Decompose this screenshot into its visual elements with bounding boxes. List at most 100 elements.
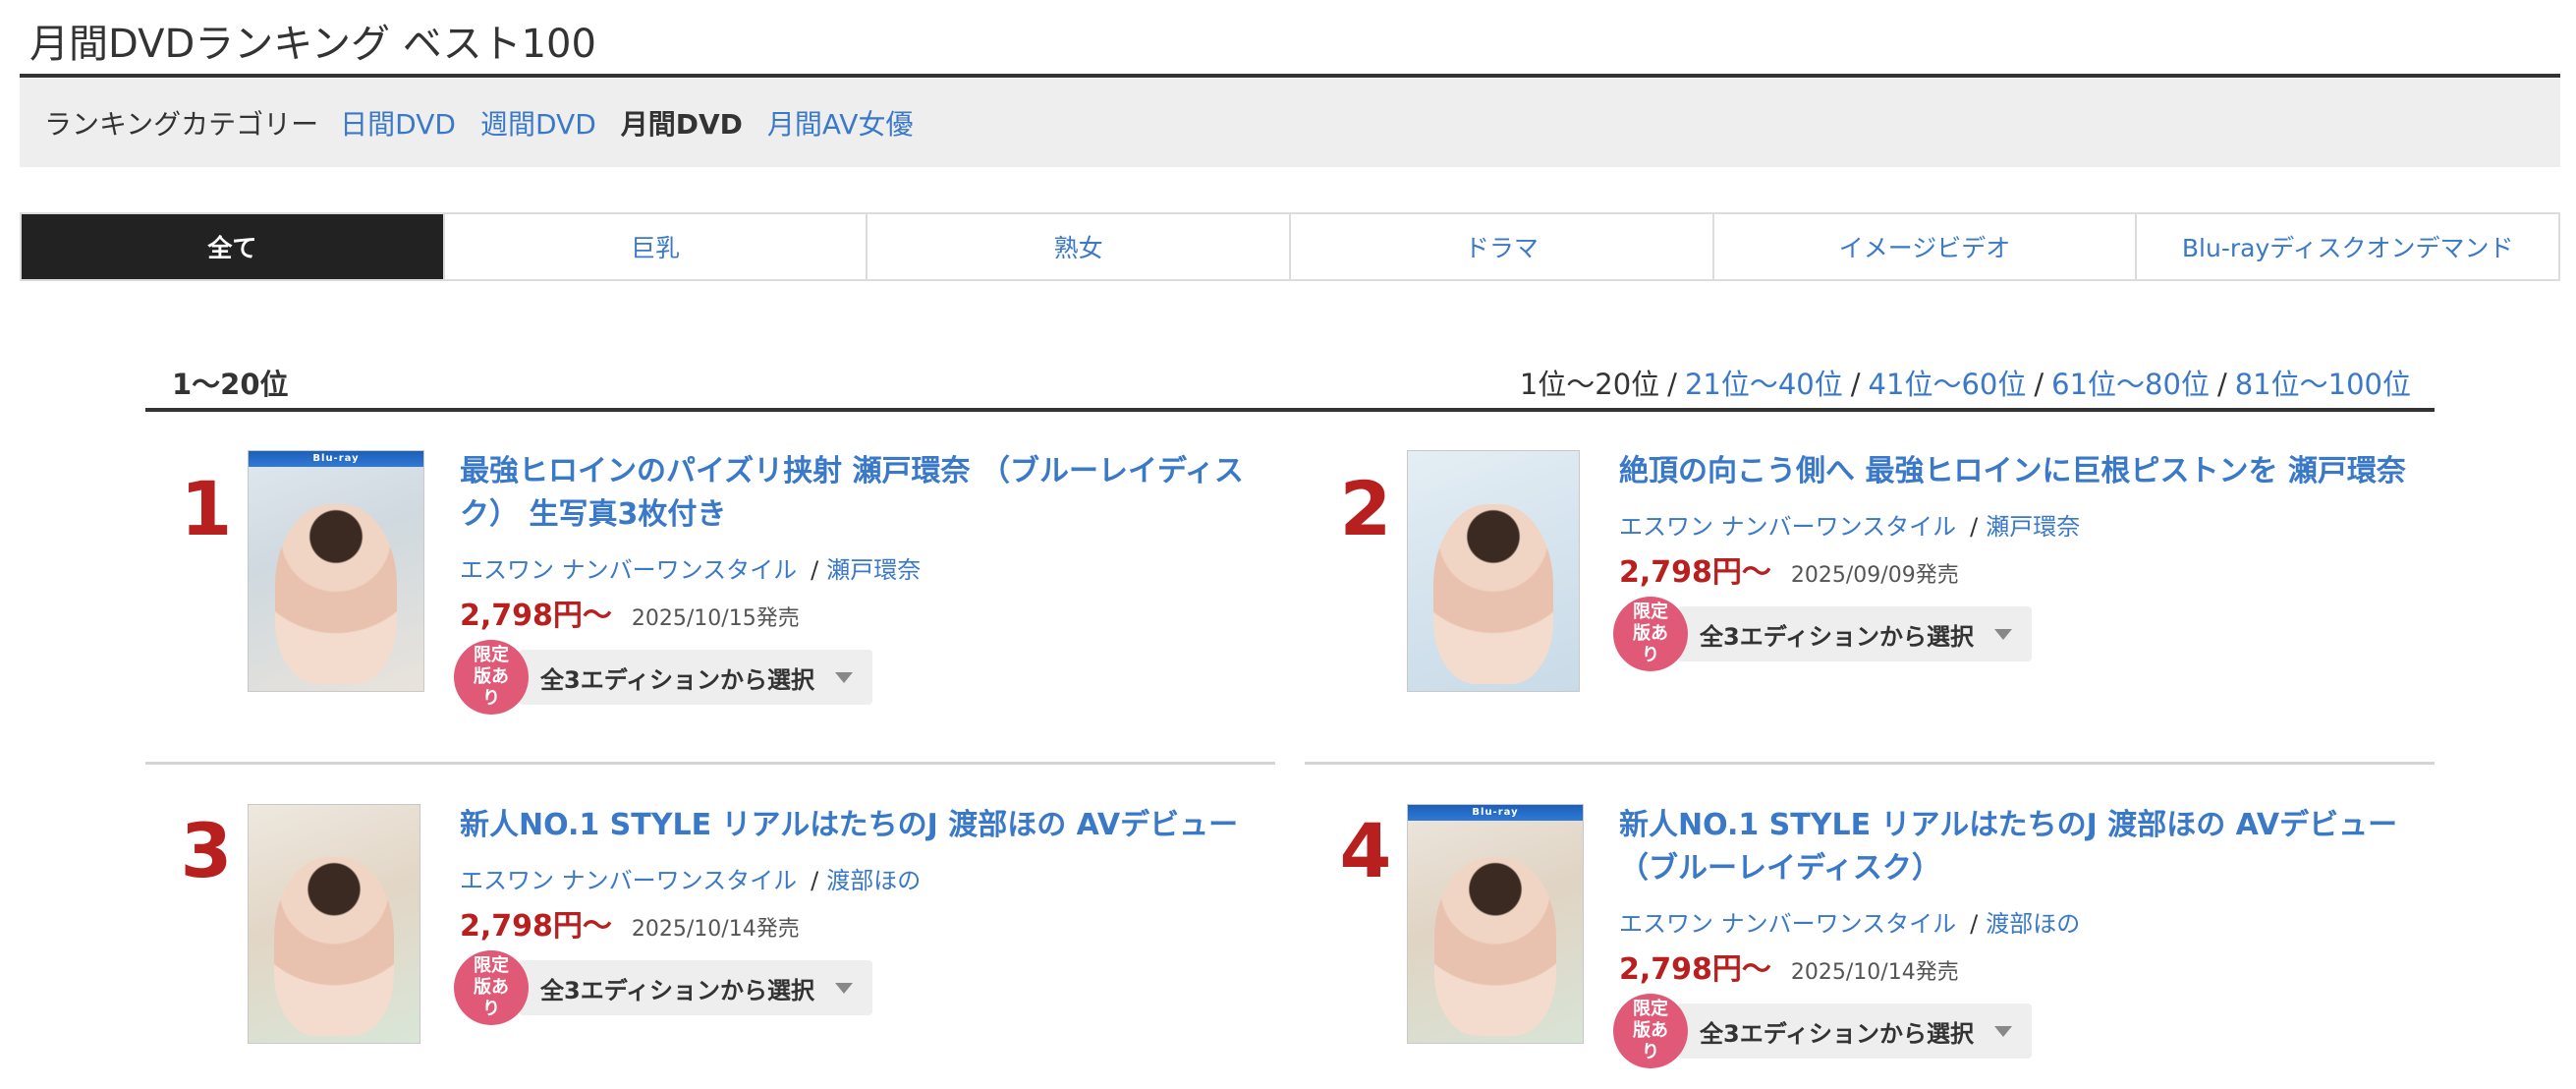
cover-decoration	[1563, 825, 1577, 884]
category-link-monthly-actress[interactable]: 月間AV女優	[767, 103, 914, 143]
edition-select-label: 全3エディションから選択	[1700, 1019, 1975, 1048]
edition-select-label: 全3エディションから選択	[540, 976, 815, 1004]
category-link-weekly-dvd[interactable]: 週間DVD	[480, 103, 596, 143]
category-label: ランキングカテゴリー	[44, 108, 319, 141]
limited-edition-badge: 限定版あり	[1613, 994, 1688, 1068]
rank-page-separator: /	[1667, 368, 1677, 401]
row-divider	[145, 762, 1275, 765]
chevron-down-icon	[835, 982, 853, 994]
actress-link[interactable]: 渡部ほの	[1986, 910, 2080, 938]
genre-tab-mature[interactable]: 熟女	[866, 214, 1289, 279]
limited-edition-badge: 限定版あり	[454, 950, 529, 1025]
genre-tab-drama[interactable]: ドラマ	[1289, 214, 1712, 279]
ranking-category-bar: ランキングカテゴリー 日間DVD 週間DVD 月間DVD 月間AV女優	[20, 79, 2560, 167]
limited-edition-badge: 限定版あり	[1613, 597, 1688, 671]
rank-number: 1	[180, 465, 233, 552]
cover-decoration	[400, 825, 414, 884]
ranking-item: 1 Blu-ray 最強ヒロインのパイズリ挟射 瀬戸環奈 （ブルーレイディスク）…	[157, 450, 1287, 745]
edition-row: 限定版あり 全3エディションから選択	[454, 640, 1265, 715]
chevron-down-icon	[1994, 1025, 2012, 1037]
edition-row: 限定版あり 全3エディションから選択	[454, 950, 1265, 1025]
item-title-link[interactable]: 絶頂の向こう側へ 最強ヒロインに巨根ピストンを 瀬戸環奈	[1619, 450, 2425, 493]
actress-link[interactable]: 瀬戸環奈	[1986, 513, 2080, 541]
cover-figure	[1433, 857, 1557, 1036]
edition-select[interactable]: 全3エディションから選択	[1678, 606, 2032, 661]
cover-decoration	[404, 471, 418, 530]
product-thumbnail[interactable]	[248, 804, 420, 1044]
price: 2,798円〜	[460, 909, 612, 944]
rank-page-link-21-40[interactable]: 21位〜40位	[1685, 368, 1843, 401]
edition-select[interactable]: 全3エディションから選択	[519, 960, 872, 1015]
genre-tab-image-video[interactable]: イメージビデオ	[1711, 214, 2136, 279]
edition-select[interactable]: 全3エディションから選択	[1678, 1003, 2032, 1059]
row-divider	[1305, 762, 2435, 765]
maker-link[interactable]: エスワン ナンバーワンスタイル	[460, 867, 797, 894]
edition-row: 限定版あり 全3エディションから選択	[1613, 597, 2425, 671]
price-line: 2,798円〜 2025/10/15発売	[460, 591, 1265, 634]
price: 2,798円〜	[1619, 555, 1771, 590]
item-meta: エスワン ナンバーワンスタイル / 渡部ほの	[1619, 904, 2425, 939]
maker-link[interactable]: エスワン ナンバーワンスタイル	[1619, 910, 1956, 938]
product-thumbnail[interactable]: Blu-ray	[248, 450, 424, 692]
meta-separator: /	[1970, 910, 1979, 938]
item-info: 新人NO.1 STYLE リアルはたちのJ 渡部ほの AVデビュー （ブルーレイ…	[1613, 804, 2425, 1068]
cover-decoration	[1559, 471, 1573, 530]
edition-select-label: 全3エディションから選択	[540, 665, 815, 694]
ranking-item: 4 Blu-ray 新人NO.1 STYLE リアルはたちのJ 渡部ほの AVデ…	[1316, 804, 2446, 1089]
cover-figure	[1433, 503, 1553, 684]
release-date: 2025/10/14発売	[1790, 960, 1959, 985]
item-info: 最強ヒロインのパイズリ挟射 瀬戸環奈 （ブルーレイディスク） 生写真3枚付き エ…	[454, 450, 1265, 715]
cover-figure	[274, 503, 398, 684]
price: 2,798円〜	[1619, 952, 1771, 987]
chevron-down-icon	[835, 671, 853, 683]
price-line: 2,798円〜 2025/10/14発売	[1619, 945, 2425, 988]
category-current-monthly-dvd: 月間DVD	[620, 108, 743, 141]
rank-page-link-61-80[interactable]: 61位〜80位	[2051, 368, 2210, 401]
bluray-band: Blu-ray	[249, 451, 423, 467]
product-thumbnail[interactable]	[1407, 450, 1580, 692]
chevron-down-icon	[1994, 628, 2012, 640]
genre-tab-big-breasts[interactable]: 巨乳	[442, 214, 867, 279]
actress-link[interactable]: 瀬戸環奈	[826, 556, 921, 584]
release-date: 2025/09/09発売	[1790, 563, 1959, 588]
limited-edition-badge: 限定版あり	[454, 640, 529, 715]
ranking-page: 月間DVDランキング ベスト100 ランキングカテゴリー 日間DVD 週間DVD…	[0, 0, 2576, 1089]
title-rule	[20, 74, 2560, 78]
price: 2,798円〜	[460, 599, 612, 633]
ranking-item: 2 絶頂の向こう側へ 最強ヒロインに巨根ピストンを 瀬戸環奈 エスワン ナンバー…	[1316, 450, 2446, 745]
item-info: 新人NO.1 STYLE リアルはたちのJ 渡部ほの AVデビュー エスワン ナ…	[454, 804, 1265, 1025]
rank-page-link-81-100[interactable]: 81位〜100位	[2235, 368, 2411, 401]
item-title-link[interactable]: 新人NO.1 STYLE リアルはたちのJ 渡部ほの AVデビュー	[460, 804, 1265, 847]
maker-link[interactable]: エスワン ナンバーワンスタイル	[460, 556, 797, 584]
item-meta: エスワン ナンバーワンスタイル / 渡部ほの	[460, 861, 1265, 895]
edition-select[interactable]: 全3エディションから選択	[519, 650, 872, 705]
release-date: 2025/10/14発売	[631, 917, 800, 942]
rank-page-separator: /	[2034, 368, 2044, 401]
range-current-label: 1〜20位	[172, 368, 289, 401]
item-info: 絶頂の向こう側へ 最強ヒロインに巨根ピストンを 瀬戸環奈 エスワン ナンバーワン…	[1613, 450, 2425, 671]
rank-page-link-41-60[interactable]: 41位〜60位	[1869, 368, 2027, 401]
range-header: 1〜20位 1位〜20位/21位〜40位/41位〜60位/61位〜80位/81位…	[145, 358, 2435, 407]
rank-page-separator: /	[1850, 368, 1861, 401]
range-rule	[145, 408, 2435, 412]
genre-tab-bluray-on-demand[interactable]: Blu-rayディスクオンデマンド	[2135, 214, 2558, 279]
item-title-link[interactable]: 最強ヒロインのパイズリ挟射 瀬戸環奈 （ブルーレイディスク） 生写真3枚付き	[460, 450, 1265, 537]
rank-page-separator: /	[2216, 368, 2227, 401]
category-link-daily-dvd[interactable]: 日間DVD	[340, 103, 456, 143]
rank-number: 2	[1339, 465, 1392, 552]
meta-separator: /	[811, 867, 819, 894]
item-title-link[interactable]: 新人NO.1 STYLE リアルはたちのJ 渡部ほの AVデビュー （ブルーレイ…	[1619, 804, 2425, 890]
maker-link[interactable]: エスワン ナンバーワンスタイル	[1619, 513, 1956, 541]
rank-number: 4	[1339, 807, 1392, 894]
cover-figure	[274, 857, 394, 1036]
meta-separator: /	[1970, 513, 1979, 541]
price-line: 2,798円〜 2025/10/14発売	[460, 901, 1265, 945]
actress-link[interactable]: 渡部ほの	[826, 867, 921, 894]
rank-number: 3	[180, 807, 233, 894]
edition-select-label: 全3エディションから選択	[1700, 622, 1975, 651]
genre-tab-all[interactable]: 全て	[22, 214, 443, 279]
meta-separator: /	[811, 556, 819, 584]
item-meta: エスワン ナンバーワンスタイル / 瀬戸環奈	[460, 550, 1265, 585]
product-thumbnail[interactable]: Blu-ray	[1407, 804, 1584, 1044]
page-title: 月間DVDランキング ベスト100	[29, 22, 596, 67]
